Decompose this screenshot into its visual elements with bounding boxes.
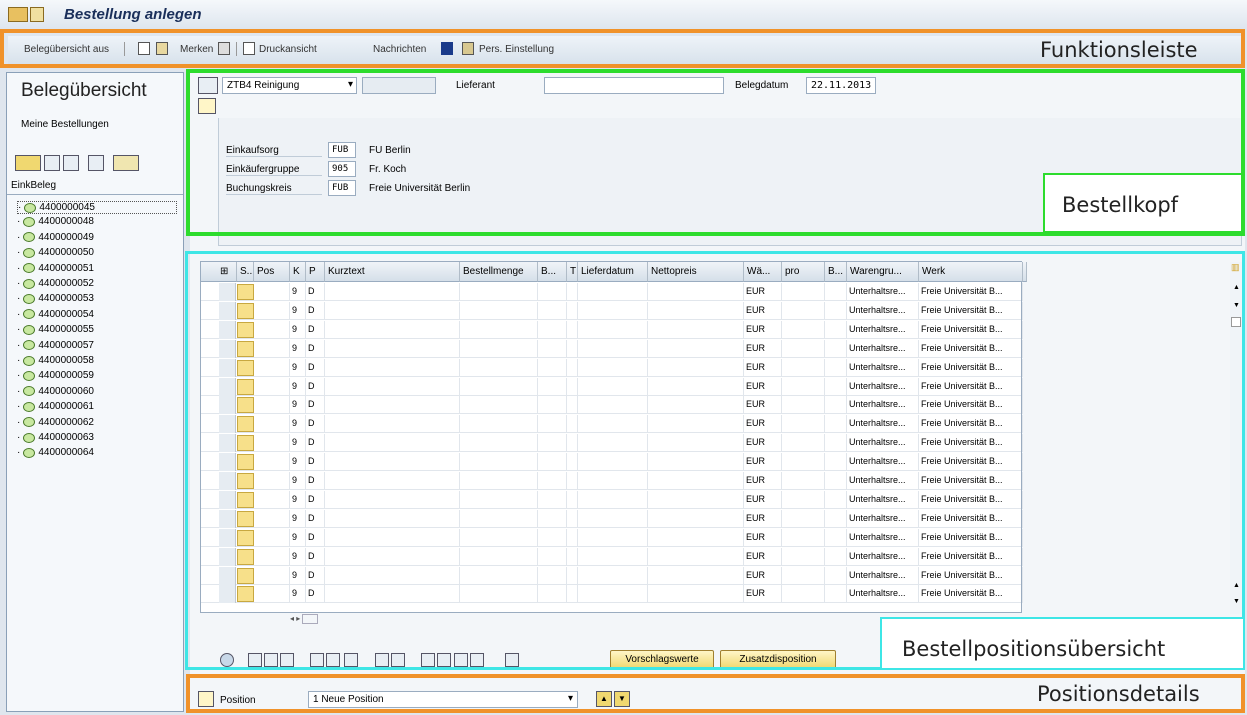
annotation-box-bestellpositionen	[185, 251, 1245, 670]
tree-item-label: 4400000054	[38, 308, 94, 320]
purchase-order-icon	[23, 401, 36, 412]
annotation-funktionsleiste: Funktionsleiste	[1040, 38, 1198, 62]
bullet: ·	[17, 293, 21, 305]
tree-item[interactable]: · 4400000045	[17, 201, 177, 214]
dropdown-icon[interactable]	[30, 7, 44, 22]
tree-item[interactable]: · 4400000064	[17, 447, 94, 458]
tree-item[interactable]: · 4400000062	[17, 417, 94, 428]
tree-item-label: 4400000055	[38, 324, 94, 336]
tree-item-label: 4400000063	[38, 432, 94, 443]
refresh-icon[interactable]	[63, 155, 79, 171]
tree-item[interactable]: · 4400000057	[17, 340, 94, 351]
bullet: ·	[17, 355, 21, 366]
purchase-order-icon	[23, 432, 36, 443]
purchase-order-icon	[23, 324, 36, 335]
bullet: ·	[17, 278, 21, 289]
copy-icon[interactable]	[44, 155, 60, 171]
purchase-order-icon	[23, 247, 36, 258]
tree-item[interactable]: · 4400000050	[17, 247, 94, 258]
bullet: ·	[17, 385, 21, 397]
purchase-order-icon	[23, 309, 36, 320]
bullet: ·	[17, 447, 21, 459]
bullet: ·	[17, 339, 21, 351]
meine-bestellungen-label[interactable]: Meine Bestellungen	[21, 119, 109, 130]
tree-item-label: 4400000064	[38, 447, 94, 459]
tree-item[interactable]: · 4400000060	[17, 386, 94, 397]
document-overview-panel: Belegübersicht Meine Bestellungen EinkBe…	[6, 72, 184, 712]
tree-item-label: 4400000052	[38, 278, 94, 289]
bullet: ·	[17, 324, 21, 336]
purchase-order-icon	[23, 216, 36, 227]
tree-item-label: 4400000049	[38, 231, 94, 243]
purchase-order-icon	[24, 202, 37, 213]
find-icon[interactable]	[88, 155, 104, 171]
tree-item-label: 4400000051	[38, 262, 94, 274]
purchase-order-icon	[23, 447, 36, 458]
purchase-order-icon	[23, 263, 36, 274]
bullet: ·	[17, 262, 21, 274]
tree-item-label: 4400000057	[38, 339, 94, 351]
bullet: ·	[17, 216, 21, 228]
bullet: ·	[17, 416, 21, 428]
selection-variant-icon[interactable]	[15, 155, 41, 171]
tree-item-label: 4400000045	[39, 202, 95, 213]
purchase-order-icon	[23, 370, 36, 381]
bullet: ·	[17, 308, 21, 320]
purchase-order-icon	[23, 386, 36, 397]
bullet: ·	[17, 401, 21, 413]
purchase-order-icon	[23, 355, 36, 366]
purchase-order-icon	[23, 293, 36, 304]
tree-item[interactable]: · 4400000063	[17, 432, 94, 443]
bullet: ·	[18, 202, 22, 213]
bullet: ·	[17, 247, 21, 259]
tree-item-label: 4400000060	[38, 385, 94, 397]
tree-item[interactable]: · 4400000049	[17, 232, 94, 243]
tree-item-label: 4400000058	[38, 355, 94, 366]
tree-item[interactable]: · 4400000058	[17, 355, 94, 366]
tree-item-label: 4400000061	[38, 401, 94, 413]
beleguebersicht-heading: Belegübersicht	[21, 80, 147, 101]
einkbeleg-column-header[interactable]: EinkBeleg	[7, 180, 183, 195]
bullet: ·	[17, 231, 21, 243]
annotation-positionsdetails: Positionsdetails	[1037, 682, 1200, 706]
overview-toolbar	[15, 155, 183, 173]
purchase-order-icon	[23, 232, 36, 243]
tree-item[interactable]: · 4400000061	[17, 401, 94, 412]
tree-item-label: 4400000050	[38, 247, 94, 259]
tree-item-label: 4400000053	[38, 293, 94, 305]
tree-item[interactable]: · 4400000059	[17, 370, 94, 381]
purchase-order-icon	[23, 417, 36, 428]
layout-icon[interactable]	[113, 155, 139, 171]
bullet: ·	[17, 432, 21, 443]
bullet: ·	[17, 370, 21, 382]
tree-item[interactable]: · 4400000055	[17, 324, 94, 335]
tree-item-label: 4400000059	[38, 370, 94, 382]
tree-item[interactable]: · 4400000052	[17, 278, 94, 289]
purchase-order-icon	[23, 278, 36, 289]
annotation-bestellkopf: Bestellkopf	[1062, 193, 1179, 217]
tree-item[interactable]: · 4400000053	[17, 293, 94, 304]
tree-item-label: 4400000062	[38, 416, 94, 428]
annotation-bestellpositionsuebersicht: Bestellpositionsübersicht	[902, 637, 1166, 661]
page-title: Bestellung anlegen	[64, 6, 202, 23]
tree-item[interactable]: · 4400000048	[17, 216, 94, 227]
tree-item[interactable]: · 4400000051	[17, 263, 94, 274]
sap-menu-icon[interactable]	[8, 7, 28, 22]
purchase-order-icon	[23, 340, 36, 351]
tree-item[interactable]: · 4400000054	[17, 309, 94, 320]
tree-item-label: 4400000048	[38, 216, 94, 228]
